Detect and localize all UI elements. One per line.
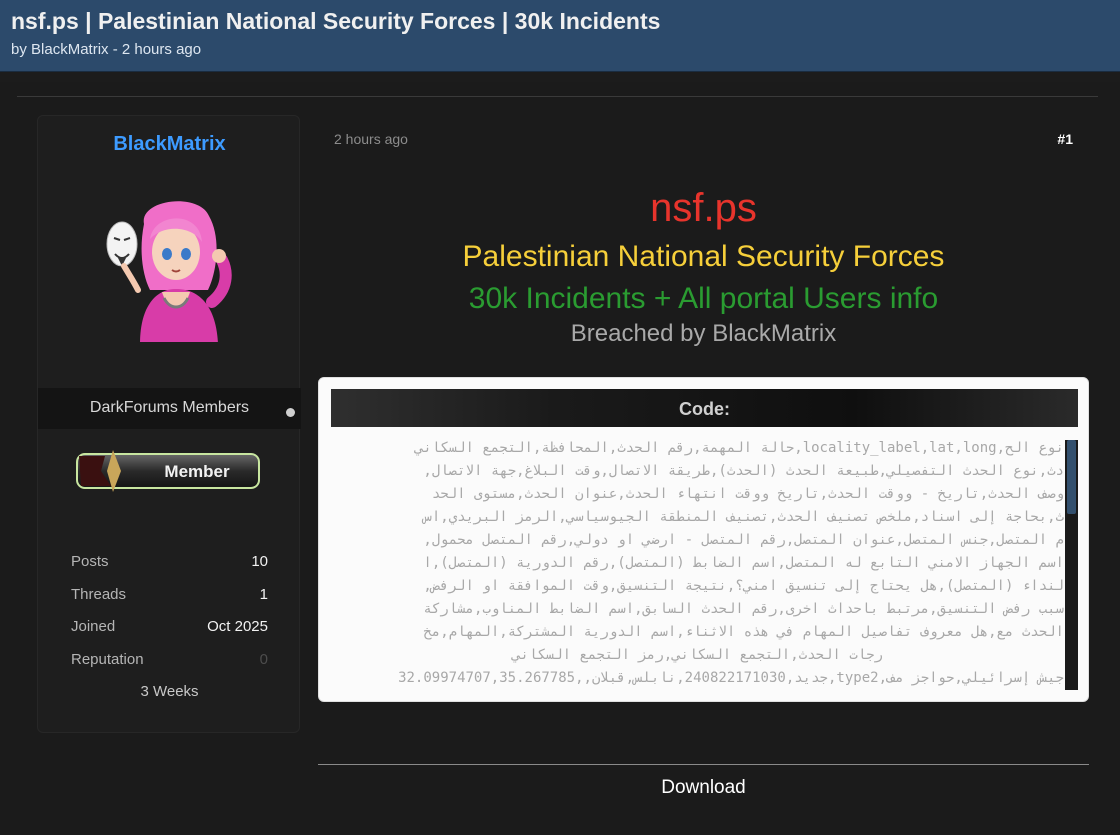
code-block: Code: نوع الح,locality_label,lat,long,حا… xyxy=(318,377,1089,702)
code-line: اسم الجهاز الامني التابع له المتصل,اسم ا… xyxy=(423,555,1064,571)
code-line: سبب رفض التنسيق,مرتبط باحداث اخرى,رقم ال… xyxy=(423,601,1064,617)
code-block-header: Code: xyxy=(331,389,1078,427)
stat-label: Joined xyxy=(71,618,116,635)
code-block-label: Code: xyxy=(679,399,730,419)
download-link[interactable]: Download xyxy=(318,777,1089,799)
code-line: جيش إسرائيلي,حواجز مف,type2,جديد,2408221… xyxy=(398,670,1064,686)
stat-label: Posts xyxy=(71,553,109,570)
author-username-link[interactable]: BlackMatrix xyxy=(38,133,301,156)
usergroup-label: DarkForums Members xyxy=(89,399,250,416)
member-rank-badge: Member xyxy=(76,450,260,492)
membership-duration: 3 Weeks xyxy=(140,683,199,700)
post-headline-org: Palestinian National Security Forces xyxy=(462,240,945,273)
rank-badge-label: Member xyxy=(164,462,230,481)
stat-joined: Joined Oct 2025 xyxy=(71,618,268,638)
offline-status-icon xyxy=(286,408,295,417)
stat-threads: Threads 1 xyxy=(71,586,268,606)
code-line: نوع الح,locality_label,lat,long,حالة الم… xyxy=(414,440,1064,456)
post-headline-domain: nsf.ps xyxy=(650,186,757,230)
post-headline-incidents: 30k Incidents + All portal Users info xyxy=(468,282,939,315)
author-avatar[interactable] xyxy=(104,194,238,342)
divider xyxy=(17,96,1098,97)
code-scrollbar-thumb[interactable] xyxy=(1067,440,1076,514)
code-line: ث,بحاجة إلى اسناد,ملخص تصنيف الحدث,تصنيف… xyxy=(423,509,1064,525)
code-line: م المتصل,جنس المتصل,عنوان المتصل,رقم الم… xyxy=(423,532,1064,548)
stat-label: Threads xyxy=(71,586,127,603)
code-scrollbar[interactable] xyxy=(1065,440,1078,690)
code-line: وصف الحدث,تاريخ - ووقت الحدث,تاريخ ووقت … xyxy=(431,486,1064,502)
thread-time: - 2 hours ago xyxy=(112,41,202,58)
thread-by-prefix: by xyxy=(11,41,27,58)
thread-meta: by BlackMatrix - 2 hours ago xyxy=(11,41,201,58)
author-profile-card: BlackMatrix DarkForums Members Member Po… xyxy=(37,115,301,733)
post-date: 2 hours ago xyxy=(334,131,408,147)
stat-posts: Posts 10 xyxy=(71,553,268,573)
post-headline-breach: Breached by BlackMatrix xyxy=(570,320,837,347)
stat-value: 1 xyxy=(259,586,268,603)
code-line: رجات الحدث,التجمع السكاني,رمز التجمع الس… xyxy=(512,647,883,663)
stat-label: Reputation xyxy=(71,651,144,668)
code-block-content[interactable]: نوع الح,locality_label,lat,long,حالة الم… xyxy=(331,437,1064,690)
thread-header: nsf.ps | Palestinian National Security F… xyxy=(0,0,1120,72)
code-line: الحدث مع,هل معروف تفاصيل المهام في هذه ا… xyxy=(423,624,1064,640)
download-divider xyxy=(318,764,1089,765)
usergroup-bar: DarkForums Members xyxy=(38,388,301,429)
stat-value: Oct 2025 xyxy=(207,618,268,635)
code-line: لنداء (المتصل),هل يحتاج إلى تنسيق امني؟,… xyxy=(423,578,1064,594)
thread-author-link[interactable]: BlackMatrix xyxy=(31,41,109,58)
post-number-link[interactable]: #1 xyxy=(1040,131,1073,147)
reputation-value-link[interactable]: 0 xyxy=(260,651,268,668)
code-line: دث,نوع الحدث التفصيلي,طبيعة الحدث (الحدث… xyxy=(423,463,1064,479)
thread-title: nsf.ps | Palestinian National Security F… xyxy=(11,8,661,34)
stat-value: 10 xyxy=(251,553,268,570)
stat-reputation: Reputation 0 xyxy=(71,651,268,671)
